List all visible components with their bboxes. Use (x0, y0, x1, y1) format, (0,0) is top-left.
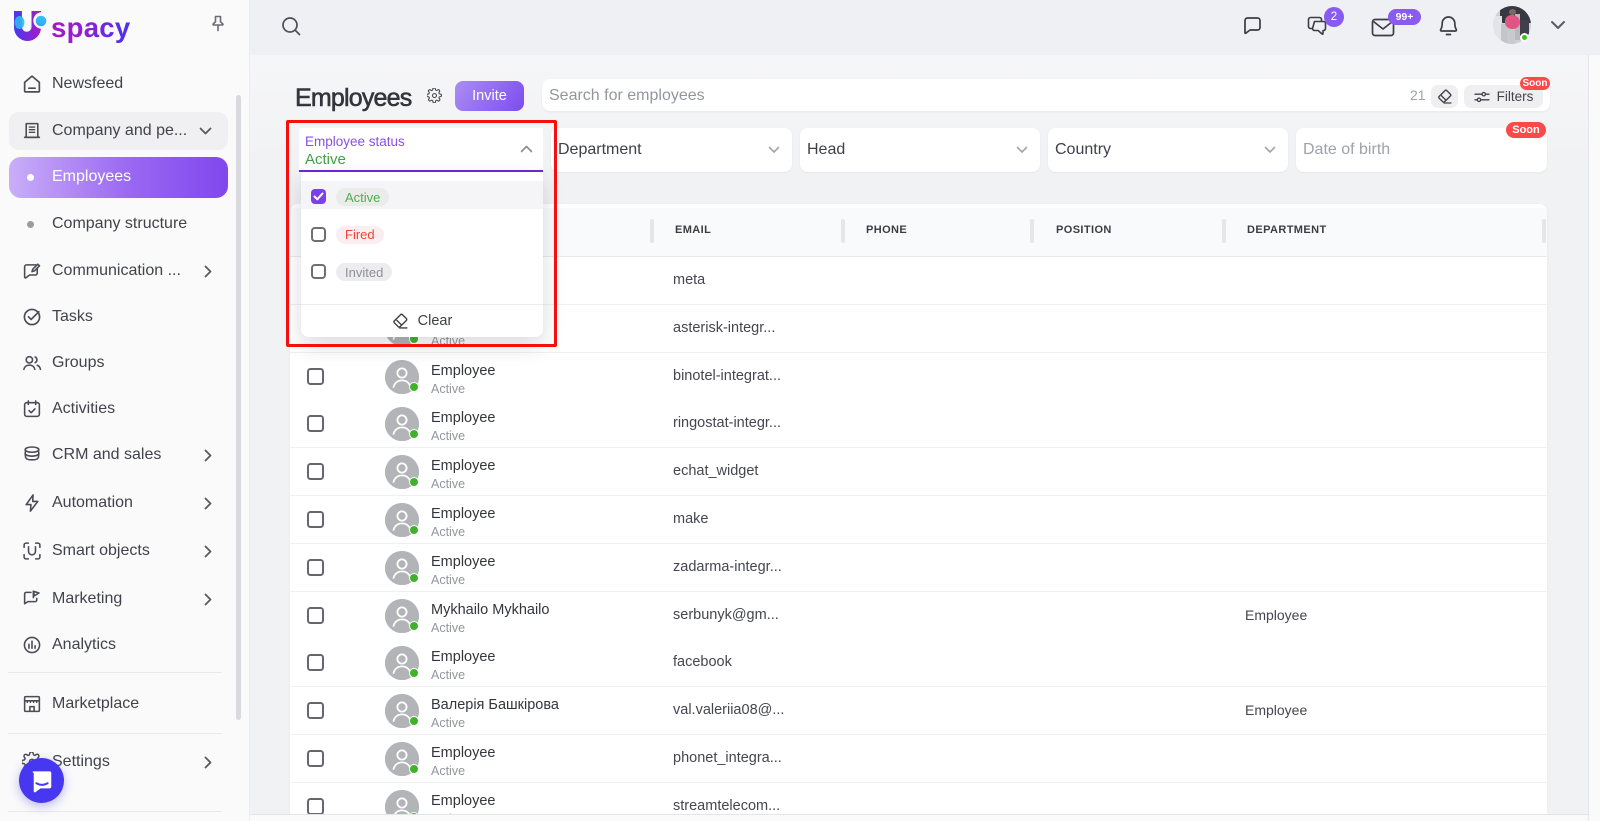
svg-text:spacy: spacy (51, 12, 131, 43)
